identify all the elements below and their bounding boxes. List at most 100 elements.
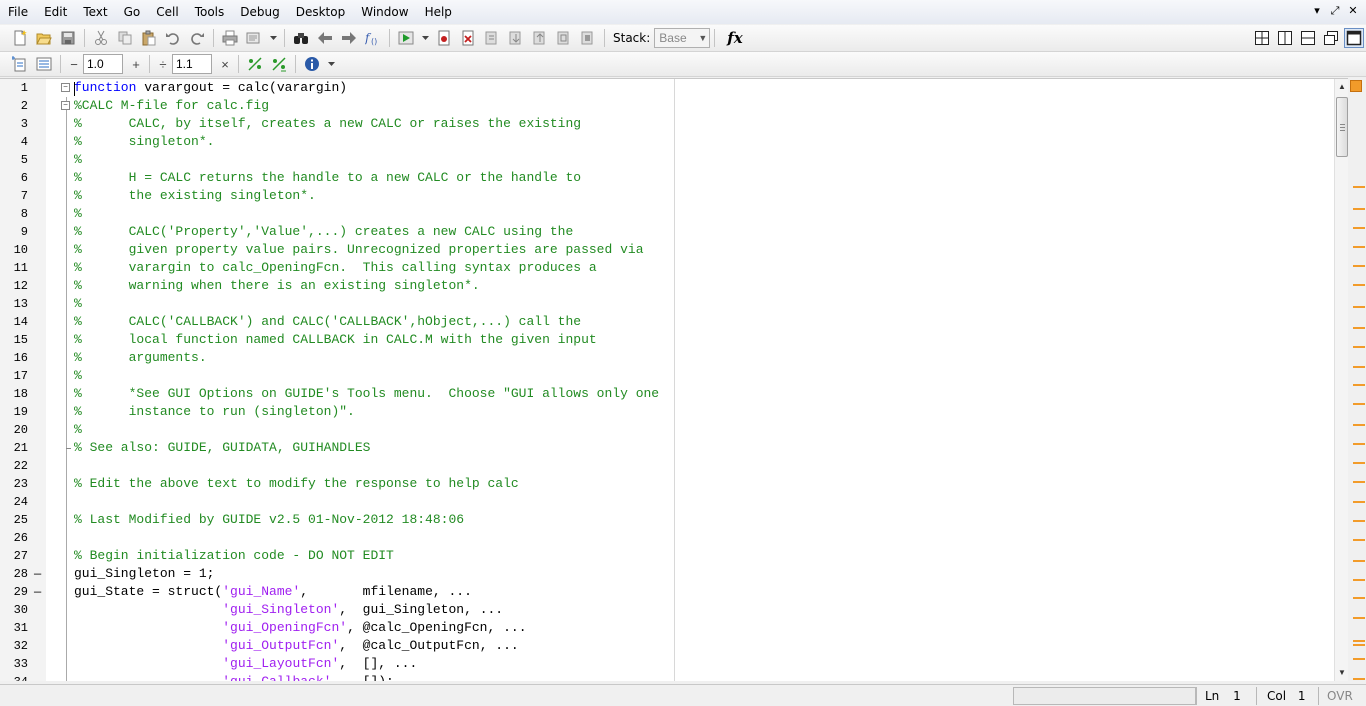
scroll-down-icon[interactable]: ▼ bbox=[1335, 665, 1348, 681]
analyzer-warning-mark[interactable] bbox=[1353, 617, 1365, 619]
analyzer-warning-mark[interactable] bbox=[1353, 327, 1365, 329]
analyzer-warning-mark[interactable] bbox=[1353, 658, 1365, 660]
code-line[interactable]: 14 % CALC('CALLBACK') and CALC('CALLBACK'… bbox=[0, 313, 1348, 331]
code-line[interactable]: 26 bbox=[0, 529, 1348, 547]
analyzer-warning-mark[interactable] bbox=[1353, 186, 1365, 188]
code-line[interactable]: 34 'gui_Callback', []); bbox=[0, 673, 1348, 681]
print-button[interactable] bbox=[220, 28, 240, 48]
analyzer-warning-mark[interactable] bbox=[1353, 346, 1365, 348]
code-line[interactable]: 28 — gui_Singleton = 1; bbox=[0, 565, 1348, 583]
code-line[interactable]: 16 % arguments. bbox=[0, 349, 1348, 367]
analyzer-warning-mark[interactable] bbox=[1353, 208, 1365, 210]
cell-info-button[interactable] bbox=[302, 54, 322, 74]
analyzer-warning-mark[interactable] bbox=[1353, 501, 1365, 503]
open-file-button[interactable] bbox=[34, 28, 54, 48]
code-line[interactable]: 31 'gui_OpeningFcn', @calc_OpeningFcn, .… bbox=[0, 619, 1348, 637]
publish-button[interactable] bbox=[244, 28, 264, 48]
function-browser-button[interactable]: fx bbox=[727, 29, 742, 47]
multiply-button[interactable]: × bbox=[216, 57, 234, 72]
go-forward-button[interactable] bbox=[339, 28, 359, 48]
analyzer-warning-mark[interactable] bbox=[1353, 403, 1365, 405]
analyzer-warning-mark[interactable] bbox=[1353, 520, 1365, 522]
vertical-scrollbar[interactable]: ▲ ▼ bbox=[1334, 79, 1348, 681]
analyzer-warning-mark[interactable] bbox=[1353, 384, 1365, 386]
code-line[interactable]: 22 bbox=[0, 457, 1348, 475]
analyzer-warning-mark[interactable] bbox=[1353, 481, 1365, 483]
code-line[interactable]: 20% bbox=[0, 421, 1348, 439]
menu-file[interactable]: File bbox=[0, 0, 36, 24]
analyzer-warning-mark[interactable] bbox=[1353, 306, 1365, 308]
tile-grid-button[interactable] bbox=[1252, 28, 1272, 48]
undo-button[interactable] bbox=[163, 28, 183, 48]
exit-debug-button[interactable] bbox=[578, 28, 598, 48]
set-breakpoint-button[interactable] bbox=[434, 28, 454, 48]
code-line[interactable]: 5% bbox=[0, 151, 1348, 169]
restore-down-icon[interactable]: ▾ bbox=[1310, 3, 1324, 19]
show-function-button[interactable]: f() bbox=[363, 28, 383, 48]
code-line[interactable]: 9 % CALC('Property','Value',...) creates … bbox=[0, 223, 1348, 241]
analyzer-warning-mark[interactable] bbox=[1353, 443, 1365, 445]
code-line[interactable]: 12 % warning when there is an existing si… bbox=[0, 277, 1348, 295]
menu-go[interactable]: Go bbox=[116, 0, 149, 24]
code-line[interactable]: 7 % the existing singleton*. bbox=[0, 187, 1348, 205]
analyzer-warning-mark[interactable] bbox=[1353, 678, 1365, 680]
stack-select[interactable]: Base ▼ bbox=[654, 28, 711, 48]
code-line[interactable]: 30 'gui_Singleton', gui_Singleton, ... bbox=[0, 601, 1348, 619]
cell-info-dropdown[interactable] bbox=[326, 54, 336, 74]
multiply-value-field[interactable]: 1.1 bbox=[172, 54, 212, 74]
collapse-block-icon[interactable]: − bbox=[61, 83, 70, 92]
code-line[interactable]: 23 % Edit the above text to modify the re… bbox=[0, 475, 1348, 493]
save-button[interactable] bbox=[58, 28, 78, 48]
redo-button[interactable] bbox=[187, 28, 207, 48]
code-line[interactable]: 25 % Last Modified by GUIDE v2.5 01-Nov-2… bbox=[0, 511, 1348, 529]
analyzer-warning-mark[interactable] bbox=[1353, 644, 1365, 646]
analyzer-warning-mark[interactable] bbox=[1353, 284, 1365, 286]
menu-help[interactable]: Help bbox=[417, 0, 460, 24]
split-vertical-button[interactable] bbox=[1275, 28, 1295, 48]
scrollbar-thumb[interactable] bbox=[1336, 97, 1348, 157]
menu-tools[interactable]: Tools bbox=[187, 0, 233, 24]
breakpoint-marker[interactable]: — bbox=[34, 565, 42, 583]
analyzer-warning-mark[interactable] bbox=[1353, 246, 1365, 248]
divide-button[interactable]: ÷ bbox=[154, 57, 172, 72]
paste-button[interactable] bbox=[139, 28, 159, 48]
code-line[interactable]: 3 % CALC, by itself, creates a new CALC o… bbox=[0, 115, 1348, 133]
code-line[interactable]: 10 % given property value pairs. Unrecogn… bbox=[0, 241, 1348, 259]
code-line[interactable]: 8% bbox=[0, 205, 1348, 223]
breakpoint-marker[interactable]: — bbox=[34, 583, 42, 601]
menu-debug[interactable]: Debug bbox=[232, 0, 287, 24]
analyzer-warning-mark[interactable] bbox=[1353, 640, 1365, 642]
code-line[interactable]: 17% bbox=[0, 367, 1348, 385]
code-line[interactable]: 27 % Begin initialization code - DO NOT E… bbox=[0, 547, 1348, 565]
float-windows-button[interactable] bbox=[1321, 28, 1341, 48]
menu-edit[interactable]: Edit bbox=[36, 0, 75, 24]
analyzer-warning-mark[interactable] bbox=[1353, 265, 1365, 267]
split-horizontal-button[interactable] bbox=[1298, 28, 1318, 48]
analyzer-status-indicator[interactable] bbox=[1350, 80, 1362, 92]
code-line[interactable]: 29 — gui_State = struct('gui_Name', mfilen… bbox=[0, 583, 1348, 601]
clear-breakpoints-button[interactable] bbox=[458, 28, 478, 48]
menu-window[interactable]: Window bbox=[353, 0, 416, 24]
maximize-icon[interactable]: ⤢ bbox=[1328, 3, 1342, 19]
code-line[interactable]: 2 − %CALC M-file for calc.fig bbox=[0, 97, 1348, 115]
add-button[interactable]: + bbox=[127, 57, 145, 72]
decrement-button[interactable]: − bbox=[65, 57, 83, 72]
menu-text[interactable]: Text bbox=[75, 0, 115, 24]
code-line[interactable]: 32 'gui_OutputFcn', @calc_OutputFcn, ... bbox=[0, 637, 1348, 655]
code-line[interactable]: 13% bbox=[0, 295, 1348, 313]
code-line[interactable]: 18 % *See GUI Options on GUIDE's Tools me… bbox=[0, 385, 1348, 403]
step-in-button[interactable] bbox=[506, 28, 526, 48]
code-editor[interactable]: 1 − function varargout = calc(varargin) 2 −%… bbox=[0, 78, 1348, 681]
code-line[interactable]: 33 'gui_LayoutFcn', [], ... bbox=[0, 655, 1348, 673]
run-button[interactable] bbox=[396, 28, 416, 48]
code-line[interactable]: 15 % local function named CALLBACK in CAL… bbox=[0, 331, 1348, 349]
menu-desktop[interactable]: Desktop bbox=[288, 0, 354, 24]
code-line[interactable]: 6 % H = CALC returns the handle to a new … bbox=[0, 169, 1348, 187]
analyzer-warning-mark[interactable] bbox=[1353, 462, 1365, 464]
evaluate-and-advance-button[interactable] bbox=[269, 54, 289, 74]
analyzer-warning-mark[interactable] bbox=[1353, 424, 1365, 426]
step-button[interactable] bbox=[482, 28, 502, 48]
collapse-block-icon[interactable]: − bbox=[61, 101, 70, 110]
find-button[interactable] bbox=[291, 28, 311, 48]
analyzer-warning-mark[interactable] bbox=[1353, 366, 1365, 368]
